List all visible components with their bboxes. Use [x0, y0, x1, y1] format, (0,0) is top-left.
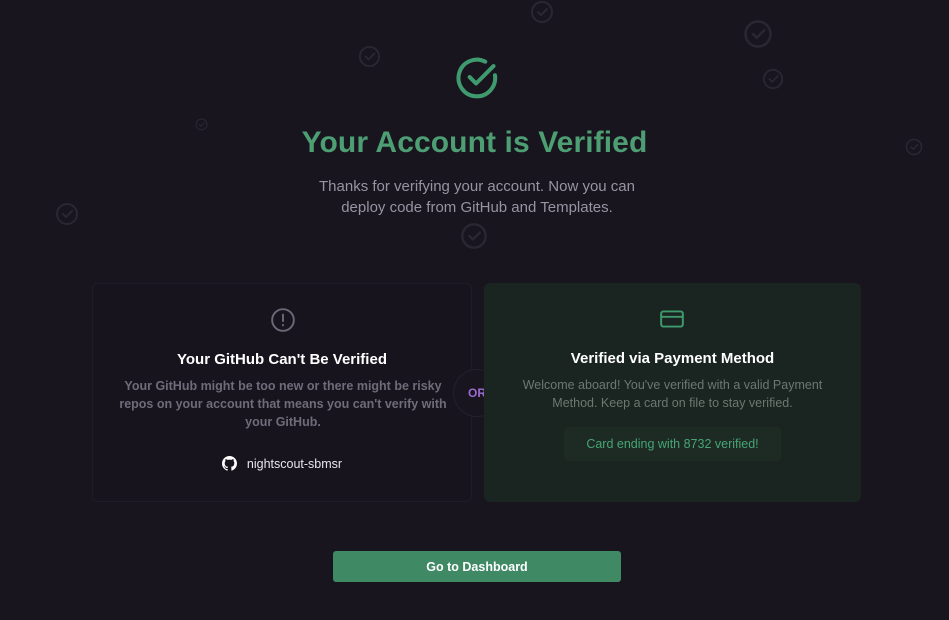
background-check-icon — [743, 19, 773, 49]
background-check-icon — [530, 0, 554, 24]
credit-card-icon — [659, 306, 685, 332]
background-check-icon — [358, 45, 381, 68]
payment-card-text: Welcome aboard! You've verified with a v… — [522, 378, 823, 410]
github-account[interactable]: nightscout-sbmsr — [93, 456, 471, 471]
github-username: nightscout-sbmsr — [246, 456, 343, 471]
background-check-icon — [762, 68, 784, 90]
github-verification-card: Your GitHub Can't Be Verified Your GitHu… — [92, 283, 472, 502]
github-icon — [221, 456, 237, 471]
check-circle-icon — [455, 56, 499, 100]
payment-card-title: Verified via Payment Method — [570, 350, 775, 367]
background-check-icon — [460, 222, 488, 250]
background-check-icon — [55, 202, 79, 226]
page-subtitle: Thanks for verifying your account. Now y… — [319, 178, 635, 216]
card-verified-badge: Card ending with 8732 verified! — [564, 427, 781, 461]
payment-verification-card: Verified via Payment Method Welcome aboa… — [484, 283, 861, 502]
github-card-text: Your GitHub might be too new or there mi… — [119, 379, 447, 429]
go-to-dashboard-button[interactable]: Go to Dashboard — [333, 551, 621, 582]
github-card-title: Your GitHub Can't Be Verified — [177, 351, 387, 368]
verification-page: Your Account is Verified Thanks for veri… — [0, 0, 949, 620]
alert-circle-icon — [270, 307, 296, 333]
page-title: Your Account is Verified — [301, 126, 648, 159]
